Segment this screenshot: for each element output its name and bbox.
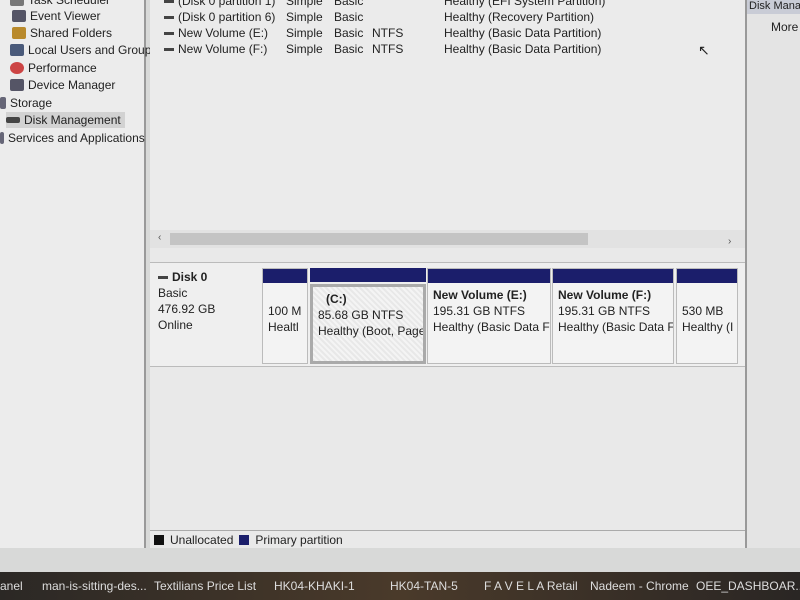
nav-shared-folders[interactable]: Shared Folders bbox=[12, 25, 112, 41]
nav-local-users[interactable]: Local Users and Groups bbox=[10, 42, 157, 58]
taskbar-item[interactable]: Nadeem - Chrome bbox=[590, 579, 689, 593]
taskbar-item[interactable]: man-is-sitting-des... bbox=[42, 579, 147, 593]
shared-folders-icon bbox=[12, 27, 26, 39]
task-scheduler-icon bbox=[10, 0, 24, 6]
volume-type: Basic bbox=[334, 10, 364, 24]
device-manager-icon bbox=[10, 79, 24, 91]
partition-size: 100 M bbox=[268, 304, 302, 318]
nav-performance[interactable]: Performance bbox=[10, 60, 97, 76]
disk-icon bbox=[6, 117, 20, 123]
disk-type: Basic bbox=[158, 286, 188, 300]
partition-c[interactable]: (C:) 85.68 GB NTFS Healthy (Boot, Page bbox=[310, 268, 426, 364]
disk-status: Online bbox=[158, 318, 193, 332]
partition-status: Healthy (Basic Data F bbox=[558, 320, 673, 334]
unallocated-swatch bbox=[154, 534, 164, 545]
partition-status: Healtl bbox=[268, 320, 299, 334]
scroll-left-icon[interactable]: ‹ bbox=[158, 232, 161, 243]
partition-size: 85.68 GB NTFS bbox=[318, 308, 404, 322]
partition-recovery[interactable]: 530 MB Healthy (I bbox=[676, 268, 738, 364]
partition-title: New Volume (E:) bbox=[433, 288, 527, 302]
volume-list: (Disk 0 partition 1) Simple Basic Healthy (… bbox=[150, 0, 745, 230]
nav-storage[interactable]: Storage bbox=[0, 95, 52, 111]
taskbar-item[interactable]: Textilians Price List bbox=[154, 579, 256, 593]
disk-management-pane: (Disk 0 partition 1) Simple Basic Healthy (… bbox=[150, 0, 745, 548]
nav-label: Services and Applications bbox=[8, 131, 145, 145]
taskbar-item[interactable]: HK04-TAN-5 bbox=[390, 579, 458, 593]
navigation-tree: Task Scheduler Event Viewer Shared Folde… bbox=[0, 0, 157, 548]
legend-primary: Primary partition bbox=[255, 532, 343, 547]
volume-layout: Simple bbox=[286, 42, 323, 56]
nav-label: Task Scheduler bbox=[28, 0, 111, 7]
partition-title: New Volume (F:) bbox=[558, 288, 652, 302]
performance-icon bbox=[10, 62, 24, 74]
volume-type: Basic bbox=[334, 26, 364, 40]
scrollbar-thumb[interactable] bbox=[170, 233, 588, 245]
volume-layout: Simple bbox=[286, 0, 323, 8]
nav-label: Event Viewer bbox=[30, 9, 101, 23]
partition-size: 530 MB bbox=[682, 304, 724, 318]
partition-f[interactable]: New Volume (F:) 195.31 GB NTFS Healthy (Ba… bbox=[552, 268, 674, 364]
partition-efi[interactable]: 100 M Healtl bbox=[262, 268, 308, 364]
taskbar-item[interactable]: OEE_DASHBOAR... bbox=[696, 579, 800, 593]
volume-name: New Volume (E:) bbox=[178, 26, 269, 40]
volume-status: Healthy (Recovery Partition) bbox=[444, 10, 595, 24]
nav-disk-management[interactable]: Disk Management bbox=[6, 112, 125, 128]
users-icon bbox=[10, 44, 24, 56]
volume-type: Basic bbox=[334, 0, 364, 8]
nav-label: Disk Management bbox=[24, 113, 121, 127]
partition-title: (C:) bbox=[326, 292, 347, 306]
horizontal-scrollbar[interactable]: ‹ › bbox=[150, 230, 745, 248]
volume-layout: Simple bbox=[286, 10, 323, 24]
nav-label: Storage bbox=[10, 96, 53, 110]
volume-type: Basic bbox=[334, 42, 364, 56]
nav-label: Local Users and Groups bbox=[28, 43, 158, 57]
taskbar-item[interactable]: F A V E L A Retail bbox=[484, 579, 578, 593]
taskbar-item[interactable]: anel bbox=[0, 579, 23, 593]
disk-map: Disk 0 Basic 476.92 GB Online 100 M Healt… bbox=[150, 262, 745, 367]
more-actions[interactable]: More bbox=[747, 14, 800, 34]
nav-task-scheduler[interactable]: Task Scheduler bbox=[10, 0, 110, 8]
nav-label: Shared Folders bbox=[30, 26, 113, 40]
volume-status: Healthy (Basic Data Partition) bbox=[444, 42, 602, 56]
volume-status: Healthy (EFI System Partition) bbox=[444, 0, 606, 8]
disk-size: 476.92 GB bbox=[158, 302, 216, 316]
legend: Unallocated Primary partition bbox=[150, 530, 745, 548]
volume-name: New Volume (F:) bbox=[178, 42, 268, 56]
scroll-right-icon[interactable]: › bbox=[728, 236, 731, 247]
partition-status: Healthy (I bbox=[682, 320, 734, 334]
nav-device-manager[interactable]: Device Manager bbox=[10, 77, 115, 93]
disk-name: Disk 0 bbox=[172, 270, 208, 284]
actions-header: Disk Manage bbox=[747, 0, 800, 14]
services-icon bbox=[0, 132, 4, 144]
disk-label[interactable]: Disk 0 Basic 476.92 GB Online bbox=[158, 269, 215, 333]
partition-status: Healthy (Basic Data F bbox=[433, 320, 550, 334]
event-viewer-icon bbox=[12, 10, 26, 22]
mouse-cursor-icon: ↖ bbox=[698, 42, 710, 58]
volume-fs: NTFS bbox=[372, 26, 404, 40]
actions-pane: Disk Manage More bbox=[745, 0, 800, 548]
primary-swatch bbox=[239, 534, 250, 545]
nav-label: Performance bbox=[28, 61, 97, 75]
volume-name: (Disk 0 partition 1) bbox=[178, 0, 276, 8]
nav-services-applications[interactable]: Services and Applications bbox=[0, 130, 145, 146]
nav-label: Device Manager bbox=[28, 78, 116, 92]
volume-layout: Simple bbox=[286, 26, 323, 40]
taskbar-item[interactable]: HK04-KHAKI-1 bbox=[274, 579, 355, 593]
partition-status: Healthy (Boot, Page bbox=[318, 324, 426, 338]
nav-event-viewer[interactable]: Event Viewer bbox=[12, 8, 100, 24]
partition-size: 195.31 GB NTFS bbox=[558, 304, 651, 318]
volume-name: (Disk 0 partition 6) bbox=[178, 10, 276, 24]
volume-status: Healthy (Basic Data Partition) bbox=[444, 26, 602, 40]
legend-unallocated: Unallocated bbox=[170, 532, 234, 547]
taskbar: anel man-is-sitting-des... Textilians Pr… bbox=[0, 572, 800, 600]
storage-icon bbox=[0, 97, 6, 109]
partition-size: 195.31 GB NTFS bbox=[433, 304, 526, 318]
partition-e[interactable]: New Volume (E:) 195.31 GB NTFS Healthy (Ba… bbox=[427, 268, 551, 364]
volume-fs: NTFS bbox=[372, 42, 404, 56]
